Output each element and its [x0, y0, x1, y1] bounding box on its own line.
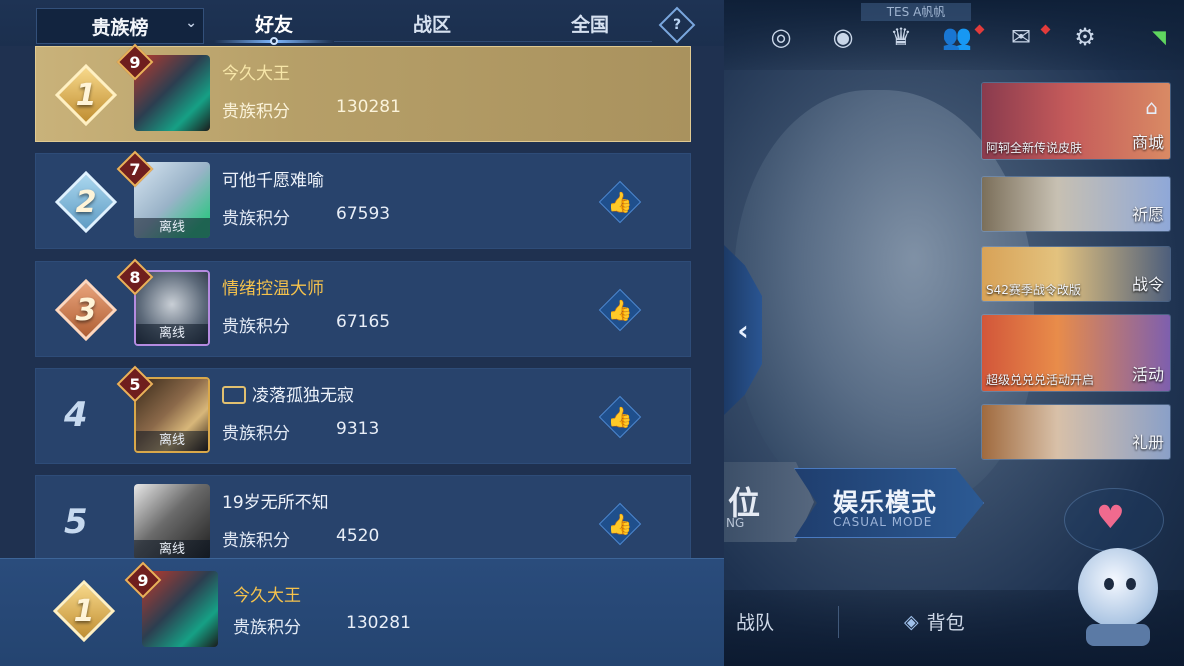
score-label: 贵族积分 — [222, 209, 290, 229]
question-icon: ? — [672, 17, 682, 33]
score-label: 贵族积分 — [222, 531, 290, 551]
leaderboard-row-3[interactable]: 3 离线 8 情绪控温大师 贵族积分 67165 👍 — [35, 258, 691, 357]
thumbs-up-icon: 👍 — [607, 405, 633, 429]
rank-badge-gold: 1 — [50, 59, 122, 131]
score-value: 130281 — [336, 97, 401, 117]
banner-battlepass[interactable]: S42赛季战令改版 战令 — [981, 246, 1171, 302]
offline-label: 离线 — [136, 431, 208, 451]
mode-panel: 位 NG 娱乐模式 CASUAL MODE — [724, 462, 994, 542]
game-lobby-background: TES A帆帆 ◎ ◉ ♛ 👥 ✉ ⚙ ◥ ⌂ 阿轲全新传说皮肤 商城 祈愿 S… — [724, 0, 1184, 666]
score-value: 67593 — [336, 204, 391, 224]
player-name: 可他千愿难喻 — [222, 171, 324, 191]
like-button[interactable]: 👍 — [598, 502, 642, 546]
rank-number: 5 — [64, 502, 88, 542]
score-value: 4520 — [336, 526, 380, 546]
rank-badge-bronze: 3 — [50, 274, 122, 346]
leaderboard-type-dropdown[interactable]: 贵族榜 ⌄ — [36, 8, 204, 44]
player-name: 凌落孤独无寂 — [222, 381, 354, 406]
player-name: 19岁无所不知 — [222, 493, 329, 513]
notification-dot — [1040, 24, 1051, 35]
lobby-top-bar: TES A帆帆 ◎ ◉ ♛ 👥 ✉ ⚙ ◥ — [724, 0, 1184, 70]
noble-level-badge: 5 — [116, 365, 154, 403]
chevron-down-icon: ⌄ — [185, 15, 197, 31]
score-value: 67165 — [336, 312, 391, 332]
trophy-icon[interactable]: ♛ — [884, 20, 918, 54]
leaderboard-row-5[interactable]: 5 离线 19岁无所不知 贵族积分 4520 👍 — [35, 475, 691, 571]
heart-icon: ♥ — [1096, 498, 1125, 536]
score-label: 贵族积分 — [222, 424, 290, 444]
banner-shop[interactable]: ⌂ 阿轲全新传说皮肤 商城 — [981, 82, 1171, 160]
leaderboard-panel: 贵族榜 ⌄ 好友 战区 全国 ? 1 9 今久大王 贵族积分 130281 2 … — [0, 0, 724, 666]
gear-icon[interactable]: ⚙ — [1068, 20, 1102, 54]
notification-dot — [974, 24, 985, 35]
player-name: 今久大王 — [222, 64, 290, 84]
leaderboard-row-1[interactable]: 1 9 今久大王 贵族积分 130281 — [35, 43, 691, 142]
noble-level-badge: 9 — [124, 561, 162, 599]
thumbs-up-icon: 👍 — [607, 298, 633, 322]
my-name: 今久大王 — [233, 586, 301, 606]
my-rank-footer: 1 9 今久大王 贵族积分 130281 — [0, 558, 724, 666]
leaderboard-row-4[interactable]: 4 离线 5 凌落孤独无寂 贵族积分 9313 👍 — [35, 365, 691, 464]
team-button[interactable]: 战队 — [736, 608, 774, 635]
noble-level-badge: 7 — [116, 150, 154, 188]
rank-badge-gold: 1 — [48, 575, 120, 647]
mail-icon[interactable]: ✉ — [1004, 20, 1038, 54]
tab-region[interactable]: 战区 — [362, 8, 502, 42]
help-button[interactable]: ? — [658, 6, 696, 44]
leaderboard-header: 贵族榜 ⌄ 好友 战区 全国 ? — [0, 0, 724, 46]
avatar[interactable]: 离线 — [134, 484, 210, 560]
rank-badge-silver: 2 — [50, 166, 122, 238]
bag-button[interactable]: ◈ 背包 — [904, 608, 965, 635]
rank-number: 4 — [64, 395, 88, 435]
banner-wish[interactable]: 祈愿 — [981, 176, 1171, 232]
score-label: 贵族积分 — [233, 618, 301, 638]
tab-national[interactable]: 全国 — [520, 8, 660, 42]
thumbs-up-icon: 👍 — [607, 512, 633, 536]
bag-icon: ◈ — [904, 610, 919, 633]
casual-mode-button[interactable]: 娱乐模式 CASUAL MODE — [794, 468, 984, 538]
wifi-icon: ◥ — [1152, 26, 1166, 48]
target-icon[interactable]: ◎ — [764, 20, 798, 54]
score-value: 9313 — [336, 419, 380, 439]
tes-label: TES A帆帆 — [861, 3, 971, 21]
banner-event[interactable]: 超级兑兑兑活动开启 活动 — [981, 314, 1171, 392]
chevron-left-icon: ‹ — [737, 313, 749, 347]
player-name: 情绪控温大师 — [222, 279, 324, 299]
noble-level-badge: 9 — [116, 43, 154, 81]
score-label: 贵族积分 — [222, 317, 290, 337]
noble-level-badge: 8 — [116, 258, 154, 296]
like-button[interactable]: 👍 — [598, 180, 642, 224]
banner-gift-book[interactable]: 礼册 — [981, 404, 1171, 460]
offline-label: 离线 — [134, 540, 210, 560]
leaderboard-row-2[interactable]: 2 离线 7 可他千愿难喻 贵族积分 67593 👍 — [35, 150, 691, 249]
team-flag-icon — [222, 386, 246, 404]
score-value: 130281 — [346, 613, 411, 633]
shop-icon: ⌂ — [1145, 95, 1158, 119]
like-button[interactable]: 👍 — [598, 288, 642, 332]
friends-icon[interactable]: 👥 — [940, 20, 974, 54]
tab-divider — [334, 41, 652, 42]
divider — [838, 606, 839, 638]
offline-label: 离线 — [134, 218, 210, 238]
offline-label: 离线 — [136, 324, 208, 344]
eye-icon[interactable]: ◉ — [826, 20, 860, 54]
like-button[interactable]: 👍 — [598, 395, 642, 439]
thumbs-up-icon: 👍 — [607, 190, 633, 214]
mascot[interactable]: ♥ — [1064, 488, 1174, 658]
score-label: 贵族积分 — [222, 102, 290, 122]
